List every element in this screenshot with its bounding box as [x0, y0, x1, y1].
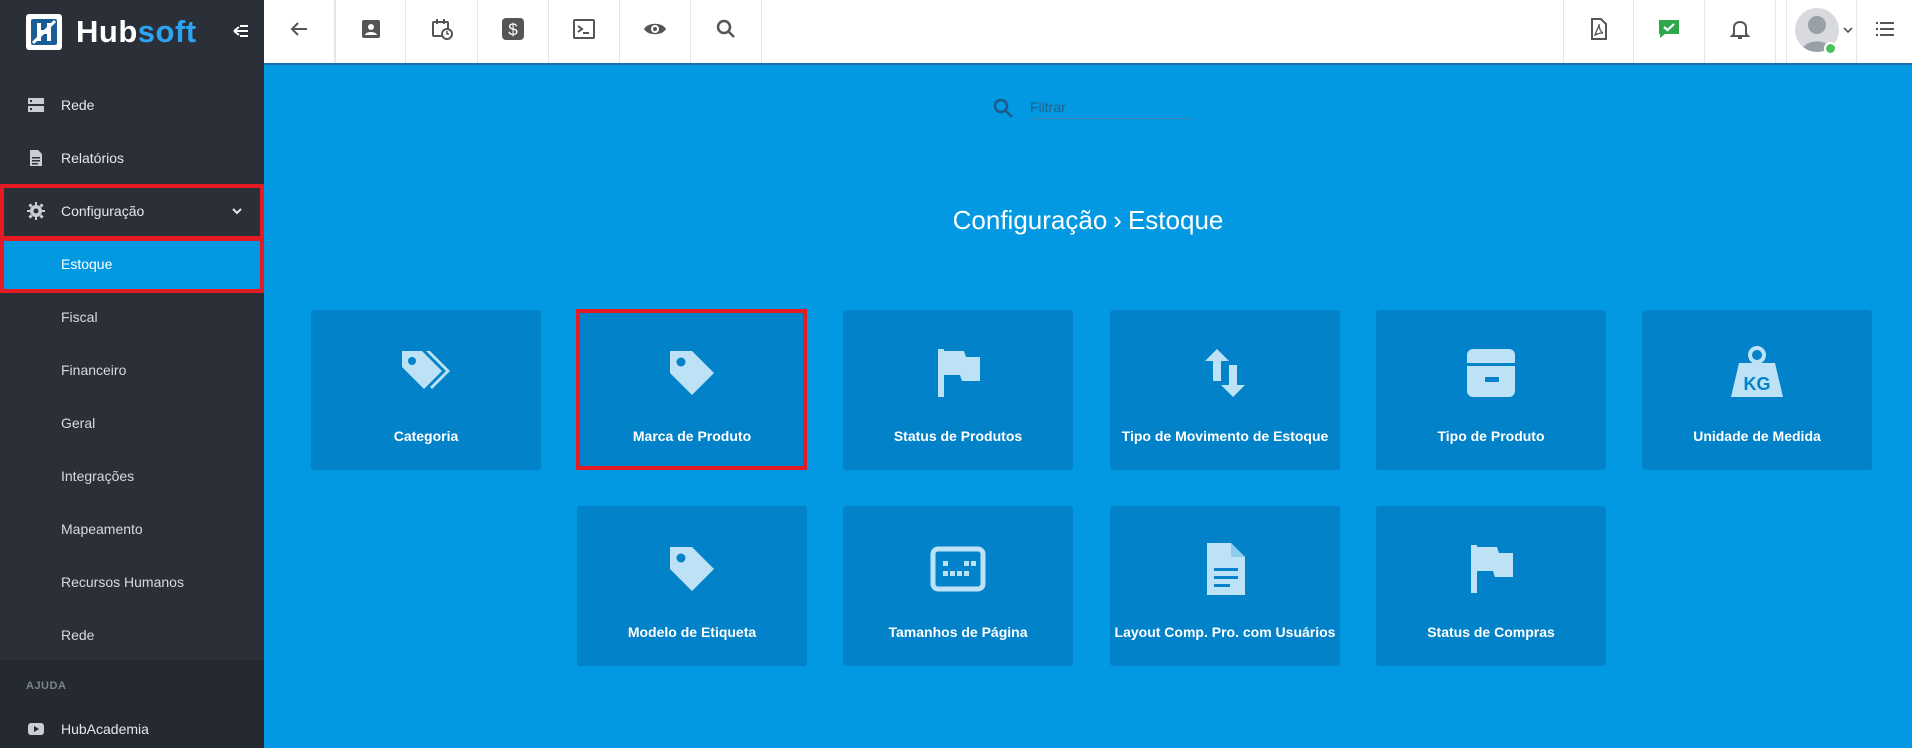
main-menu-button[interactable]	[1858, 0, 1912, 63]
sidebar-item-integracoes[interactable]: Integrações	[0, 449, 264, 502]
youtube-icon	[27, 720, 45, 738]
brand-name-part2: soft	[137, 14, 197, 49]
highlight-estoque	[0, 237, 264, 293]
sidebar-item-financeiro[interactable]: Financeiro	[0, 343, 264, 396]
sidebar-item-label: HubAcademia	[61, 721, 149, 737]
sidebar-item-relatorios[interactable]: Relatórios	[0, 131, 264, 184]
flag-icon	[1463, 541, 1519, 597]
sidebar-item-hubacademia[interactable]: HubAcademia	[0, 712, 264, 748]
chat-check-icon	[1657, 17, 1681, 46]
card-layout-comp-pro-com-usuarios[interactable]: Layout Comp. Pro. com Usuários	[1110, 506, 1340, 666]
sidebar-item-label: Fiscal	[61, 308, 98, 325]
notifications-button[interactable]	[1705, 0, 1776, 63]
sidebar-item-fiscal[interactable]: Fiscal	[0, 290, 264, 343]
search-button[interactable]	[691, 0, 762, 63]
search-icon	[714, 17, 738, 46]
sidebar-item-geral[interactable]: Geral	[0, 396, 264, 449]
sidebar-item-label: Rede	[61, 626, 95, 643]
user-menu[interactable]	[1786, 0, 1857, 63]
card-tamanhos-de-pagina[interactable]: Tamanhos de Página	[843, 506, 1073, 666]
kg-label: KG	[1744, 374, 1771, 394]
brand[interactable]: Hubsoft	[0, 0, 264, 64]
breadcrumb-parent[interactable]: Configuração	[953, 205, 1108, 235]
card-status-de-compras[interactable]: Status de Compras	[1376, 506, 1606, 666]
online-status-dot	[1824, 42, 1837, 55]
terminal-icon	[572, 17, 596, 46]
sidebar-item-rede[interactable]: Rede	[0, 78, 264, 131]
sidebar-item-label: Financeiro	[61, 361, 127, 378]
brand-name-part1: Hub	[76, 14, 138, 49]
card-tipo-de-movimento-de-estoque[interactable]: Tipo de Movimento de Estoque	[1110, 310, 1340, 470]
card-status-de-produtos[interactable]: Status de Produtos	[843, 310, 1073, 470]
breadcrumb: Configuração › Estoque	[264, 205, 1912, 236]
file-text-icon	[1197, 541, 1253, 597]
highlight-configuracao	[0, 184, 264, 240]
flag-icon	[930, 345, 986, 401]
pdf-button[interactable]	[1563, 0, 1634, 63]
page-size-icon	[930, 541, 986, 597]
sidebar-item-label: Integrações	[61, 467, 135, 484]
contacts-button[interactable]	[335, 0, 406, 63]
terminal-button[interactable]	[549, 0, 620, 63]
card-unidade-de-medida[interactable]: KG Unidade de Medida	[1642, 310, 1872, 470]
pdf-icon	[1587, 17, 1611, 46]
search-icon	[992, 97, 1014, 119]
filter-input[interactable]	[1030, 95, 1194, 119]
dollar-icon: $	[501, 17, 525, 46]
menu-list-icon	[1873, 17, 1897, 46]
messages-button[interactable]	[1634, 0, 1705, 63]
sidebar-item-label: Rede	[61, 96, 95, 113]
chevron-down-icon	[1842, 23, 1854, 41]
contact-card-icon	[359, 17, 383, 46]
card-label: Tamanhos de Página	[888, 624, 1028, 640]
card-label: Tipo de Movimento de Estoque	[1121, 428, 1329, 444]
breadcrumb-current: Estoque	[1127, 205, 1224, 235]
swap-vertical-icon	[1197, 345, 1253, 401]
sidebar-item-label: Geral	[61, 414, 96, 431]
schedule-button[interactable]	[407, 0, 478, 63]
back-arrow-icon	[287, 17, 311, 46]
card-label: Layout Comp. Pro. com Usuários	[1114, 624, 1336, 640]
sidebar-nav: Rede Relatórios Configuração Estoque Fis…	[0, 78, 264, 661]
card-label: Status de Produtos	[893, 428, 1023, 444]
sidebar-item-label: Relatórios	[61, 149, 125, 166]
topbar: $	[264, 0, 1912, 65]
card-tipo-de-produto[interactable]: Tipo de Produto	[1376, 310, 1606, 470]
sidebar-item-recursos-humanos[interactable]: Recursos Humanos	[0, 555, 264, 608]
card-label: Status de Compras	[1427, 624, 1555, 640]
document-icon	[27, 149, 45, 167]
sidebar: Hubsoft Rede Relatórios Configuração Est…	[0, 0, 264, 748]
tags-icon	[398, 345, 454, 401]
svg-text:$: $	[508, 20, 518, 39]
eye-icon	[643, 17, 667, 46]
sidebar-item-label: Mapeamento	[61, 520, 143, 537]
weight-kg-icon: KG	[1729, 345, 1785, 401]
box-icon	[1463, 345, 1519, 401]
brand-name: Hubsoft	[76, 14, 197, 50]
help-section-title: AJUDA	[26, 680, 67, 692]
calendar-clock-icon	[430, 17, 454, 46]
highlight-marca-de-produto	[576, 309, 807, 470]
back-button[interactable]	[264, 0, 335, 63]
card-modelo-de-etiqueta[interactable]: Modelo de Etiqueta	[577, 506, 807, 666]
card-label: Modelo de Etiqueta	[627, 624, 757, 640]
server-icon	[27, 96, 45, 114]
sidebar-item-rede-sub[interactable]: Rede	[0, 608, 264, 661]
bell-icon	[1728, 17, 1752, 46]
breadcrumb-separator: ›	[1113, 205, 1122, 235]
view-button[interactable]	[620, 0, 691, 63]
card-label: Tipo de Produto	[1437, 428, 1545, 444]
hubsoft-logo-icon	[26, 14, 62, 50]
sidebar-item-mapeamento[interactable]: Mapeamento	[0, 502, 264, 555]
finance-button[interactable]: $	[478, 0, 549, 63]
card-label: Unidade de Medida	[1693, 428, 1821, 444]
card-categoria[interactable]: Categoria	[311, 310, 541, 470]
card-label: Categoria	[393, 428, 459, 444]
collapse-sidebar-icon[interactable]	[230, 20, 252, 42]
sidebar-item-label: Recursos Humanos	[61, 573, 184, 590]
help-section: AJUDA HubAcademia	[0, 660, 264, 748]
tag-icon	[664, 541, 720, 597]
